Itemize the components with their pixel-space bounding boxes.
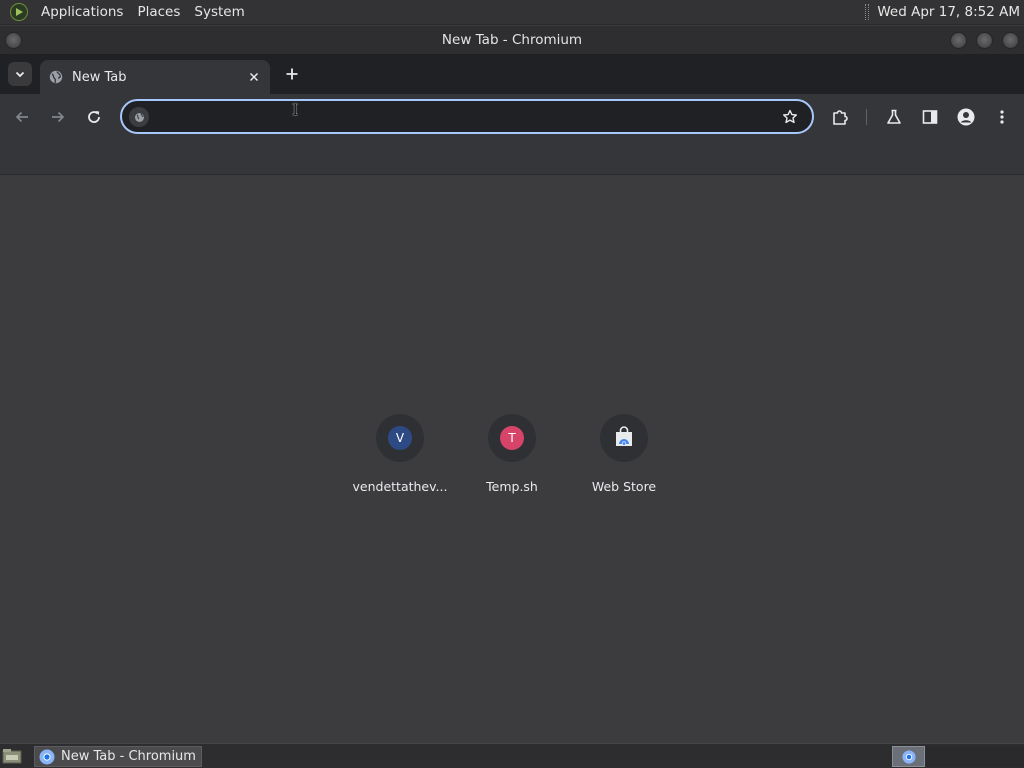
shortcut-icon-circle: T bbox=[488, 414, 536, 462]
forward-button[interactable] bbox=[46, 105, 70, 129]
workspace-4[interactable] bbox=[992, 746, 1024, 767]
workspace-1[interactable] bbox=[892, 746, 925, 767]
labs-button[interactable] bbox=[882, 105, 906, 129]
profile-button[interactable] bbox=[954, 105, 978, 129]
forward-icon bbox=[52, 111, 65, 123]
chromium-icon bbox=[39, 749, 55, 764]
menu-places[interactable]: Places bbox=[130, 0, 187, 25]
bookmark-star-button[interactable] bbox=[780, 107, 800, 127]
bookmarks-bar bbox=[0, 140, 1024, 175]
new-tab-button[interactable] bbox=[282, 64, 302, 84]
window-titlebar[interactable]: New Tab - Chromium bbox=[0, 26, 1024, 54]
back-button[interactable] bbox=[10, 105, 34, 129]
panel-separator bbox=[865, 4, 870, 20]
web-store-icon bbox=[616, 426, 632, 446]
shortcut-icon-circle: V bbox=[376, 414, 424, 462]
shortcut-letter-icon: V bbox=[388, 426, 412, 450]
taskbar-window-label: New Tab - Chromium bbox=[61, 749, 196, 764]
labs-flask-icon bbox=[887, 109, 901, 124]
reload-button[interactable] bbox=[82, 105, 106, 129]
maximize-button[interactable] bbox=[976, 32, 993, 49]
chevron-down-icon bbox=[15, 71, 25, 78]
reload-icon bbox=[88, 111, 100, 123]
top-panel: Applications Places System Wed Apr 17, 8… bbox=[0, 0, 1024, 25]
tab-close-button[interactable] bbox=[246, 69, 262, 85]
taskbar-window-button[interactable]: New Tab - Chromium bbox=[34, 746, 202, 767]
minimize-button[interactable] bbox=[950, 32, 967, 49]
new-tab-page: V vendettathev... T Temp.sh Web Store bbox=[0, 176, 1024, 743]
extensions-icon bbox=[833, 110, 848, 125]
side-panel-icon bbox=[922, 110, 938, 124]
tab-title: New Tab bbox=[72, 69, 127, 85]
shortcut-tile[interactable]: T Temp.sh bbox=[456, 409, 568, 509]
window-menu-button[interactable] bbox=[5, 32, 22, 49]
show-desktop-icon[interactable] bbox=[2, 748, 22, 764]
tab-strip: New Tab bbox=[0, 54, 1024, 94]
menu-system[interactable]: System bbox=[187, 0, 251, 25]
chromium-icon bbox=[901, 749, 916, 764]
more-menu-button[interactable] bbox=[990, 105, 1014, 129]
more-menu-icon bbox=[1000, 110, 1004, 124]
window-title: New Tab - Chromium bbox=[441, 32, 583, 48]
plus-icon bbox=[286, 68, 298, 80]
shortcut-label: Web Store bbox=[591, 479, 657, 494]
bottom-taskbar: New Tab - Chromium bbox=[0, 743, 1024, 768]
shortcut-icon-circle bbox=[600, 414, 648, 462]
shortcut-label: vendettathev... bbox=[352, 479, 448, 494]
globe-icon bbox=[49, 70, 63, 84]
workspace-3[interactable] bbox=[959, 746, 992, 767]
toolbar bbox=[0, 94, 1024, 140]
omnibox[interactable] bbox=[120, 99, 814, 134]
address-input[interactable] bbox=[156, 105, 776, 129]
toolbar-divider bbox=[866, 109, 867, 125]
shortcut-label: Temp.sh bbox=[486, 479, 538, 494]
workspace-2[interactable] bbox=[926, 746, 959, 767]
side-panel-button[interactable] bbox=[918, 105, 942, 129]
tab-search-button[interactable] bbox=[8, 62, 32, 86]
clock[interactable]: Wed Apr 17, 8:52 AM bbox=[877, 4, 1020, 20]
profile-icon bbox=[957, 108, 975, 126]
shortcut-letter-icon: T bbox=[500, 426, 524, 450]
shortcut-tile[interactable]: Web Store bbox=[568, 409, 680, 509]
text-cursor-icon: I bbox=[292, 100, 299, 119]
site-info-icon[interactable] bbox=[129, 107, 149, 127]
tab-new-tab[interactable]: New Tab bbox=[40, 60, 270, 94]
applications-logo-icon[interactable] bbox=[10, 3, 28, 21]
menu-applications[interactable]: Applications bbox=[34, 0, 130, 25]
back-icon bbox=[15, 111, 28, 123]
shortcut-tile[interactable]: V vendettathev... bbox=[344, 409, 456, 509]
bookmark-star-icon bbox=[783, 109, 797, 124]
close-window-button[interactable] bbox=[1002, 32, 1019, 49]
close-icon bbox=[249, 72, 259, 82]
extensions-button[interactable] bbox=[828, 105, 852, 129]
